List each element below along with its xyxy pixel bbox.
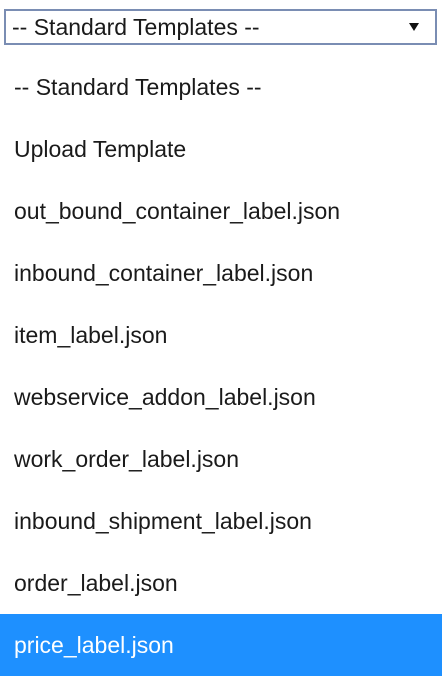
option-work-order-label[interactable]: work_order_label.json [0,428,442,490]
template-select[interactable]: -- Standard Templates -- [4,9,437,45]
triangle-down-icon[interactable] [399,22,435,32]
option-out-bound-container-label[interactable]: out_bound_container_label.json [0,180,442,242]
option-label: out_bound_container_label.json [14,197,341,224]
option-upload-template[interactable]: Upload Template [0,118,442,180]
option-label: item_label.json [14,321,168,348]
option-label: order_label.json [14,569,178,596]
option-label: webservice_addon_label.json [14,383,316,410]
option-webservice-addon-label[interactable]: webservice_addon_label.json [0,366,442,428]
template-options-list: -- Standard Templates -- Upload Template… [0,56,442,676]
option-price-label[interactable]: price_label.json [0,614,442,676]
option-item-label[interactable]: item_label.json [0,304,442,366]
option-order-label[interactable]: order_label.json [0,552,442,614]
option-label: -- Standard Templates -- [14,73,262,100]
option-inbound-shipment-label[interactable]: inbound_shipment_label.json [0,490,442,552]
option-label: inbound_shipment_label.json [14,507,312,534]
option-inbound-container-label[interactable]: inbound_container_label.json [0,242,442,304]
option-label: inbound_container_label.json [14,259,314,286]
option-standard-templates[interactable]: -- Standard Templates -- [0,56,442,118]
option-label: Upload Template [14,135,187,162]
option-label: price_label.json [14,631,174,658]
option-label: work_order_label.json [14,445,240,472]
template-select-value: -- Standard Templates -- [12,13,260,40]
